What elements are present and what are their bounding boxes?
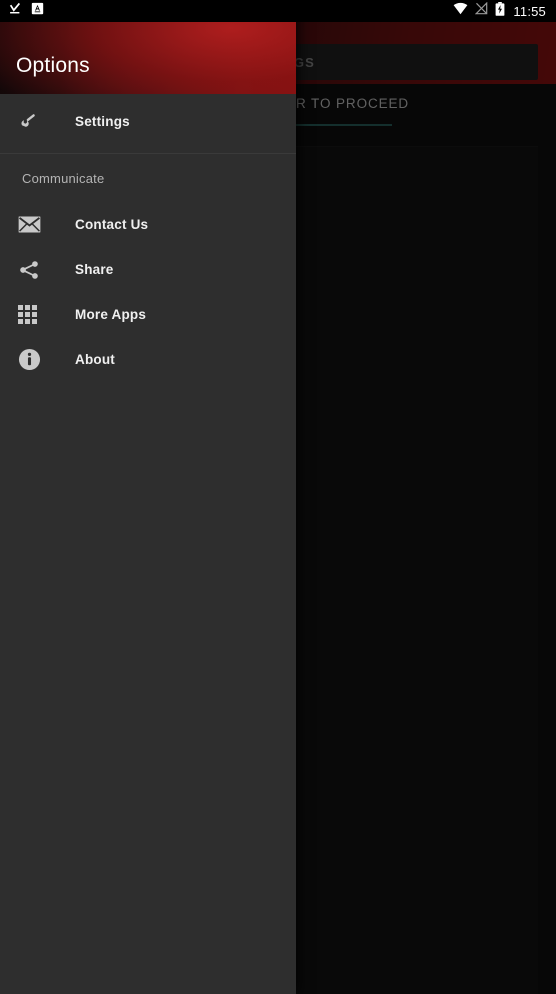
- battery-charging-icon: [495, 1, 505, 21]
- drawer-title: Options: [16, 54, 90, 77]
- drawer-item-share[interactable]: Share: [0, 247, 296, 292]
- download-complete-icon: [8, 2, 22, 21]
- drawer-item-label: More Apps: [75, 307, 147, 322]
- drawer-item-label: Settings: [75, 113, 130, 129]
- envelope-icon: [18, 210, 52, 240]
- status-bar: 11:55: [0, 0, 556, 22]
- navigation-drawer: Options Settings Communicate Contact Us …: [0, 0, 296, 994]
- wrench-icon: [18, 106, 52, 136]
- status-bar-left-icons: [0, 2, 44, 21]
- a-badge-icon: [31, 2, 44, 20]
- grid-apps-icon: [18, 300, 52, 330]
- phone-screen: SETTINGS R TO PROCEED Options: [0, 0, 556, 994]
- drawer-item-label: Share: [75, 262, 114, 277]
- drawer-item-settings[interactable]: Settings: [0, 94, 296, 148]
- drawer-section-communicate: Communicate: [22, 170, 105, 186]
- drawer-item-about[interactable]: About: [0, 337, 296, 382]
- drawer-item-label: About: [75, 352, 115, 367]
- status-bar-right-icons: 11:55: [453, 1, 556, 21]
- no-signal-icon: [475, 1, 488, 20]
- info-circle-icon: [18, 345, 52, 375]
- share-icon: [18, 255, 52, 285]
- drawer-item-more-apps[interactable]: More Apps: [0, 292, 296, 337]
- wifi-icon: [453, 2, 468, 20]
- drawer-item-label: Contact Us: [75, 217, 149, 232]
- status-bar-clock: 11:55: [513, 3, 546, 19]
- drawer-item-list: Settings Communicate Contact Us Share Mo…: [0, 94, 296, 382]
- drawer-item-contact-us[interactable]: Contact Us: [0, 202, 296, 247]
